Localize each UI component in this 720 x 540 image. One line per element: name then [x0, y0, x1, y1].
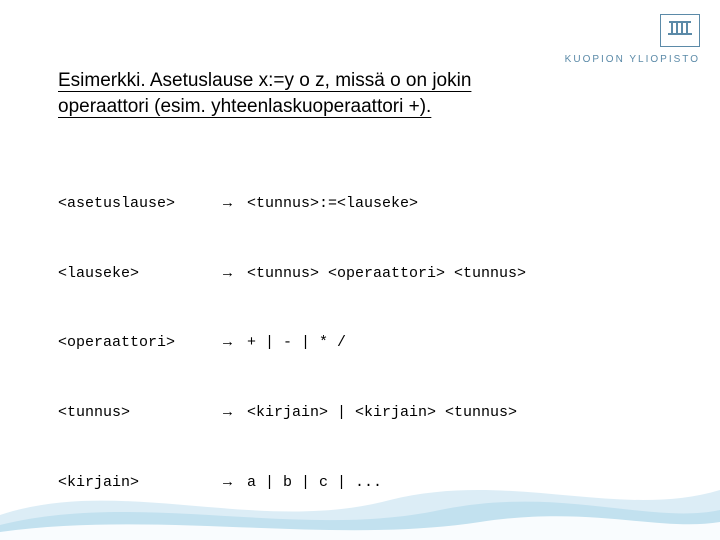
rule-left: <kirjain> [58, 471, 223, 494]
rule-arrow: → [223, 471, 247, 494]
rule-right: + | - | * / [247, 331, 662, 354]
slide-title: Esimerkki. Asetuslause x:=y o z, missä o… [58, 68, 662, 119]
rule-right: <tunnus>:=<lauseke> [247, 192, 662, 215]
title-line-1: Esimerkki. Asetuslause x:=y o z, missä o… [58, 70, 471, 91]
brand-logo: KUOPION YLIOPISTO [530, 14, 700, 67]
grammar-row: <operaattori> → + | - | * / [58, 331, 662, 354]
rule-left: <tunnus> [58, 401, 223, 424]
logo-text: KUOPION YLIOPISTO [565, 54, 700, 65]
title-line-2: operaattori (esim. yhteenlaskuoperaattor… [58, 96, 431, 117]
logo-mark [660, 14, 700, 47]
grammar-row: <kirjain> → a | b | c | ... [58, 471, 662, 494]
grammar-row: <lauseke> → <tunnus> <operaattori> <tunn… [58, 262, 662, 285]
rule-arrow: → [223, 401, 247, 424]
grammar-rules: <asetuslause> → <tunnus>:=<lauseke> <lau… [58, 145, 662, 540]
rule-right: a | b | c | ... [247, 471, 662, 494]
rule-left: <asetuslause> [58, 192, 223, 215]
rule-right: <kirjain> | <kirjain> <tunnus> [247, 401, 662, 424]
pillar-icon [667, 19, 693, 39]
rule-left: <lauseke> [58, 262, 223, 285]
rule-arrow: → [223, 262, 247, 285]
rule-arrow: → [223, 331, 247, 354]
rule-right: <tunnus> <operaattori> <tunnus> [247, 262, 662, 285]
grammar-row: <asetuslause> → <tunnus>:=<lauseke> [58, 192, 662, 215]
rule-arrow: → [223, 192, 247, 215]
rule-left: <operaattori> [58, 331, 223, 354]
grammar-row: <tunnus> → <kirjain> | <kirjain> <tunnus… [58, 401, 662, 424]
